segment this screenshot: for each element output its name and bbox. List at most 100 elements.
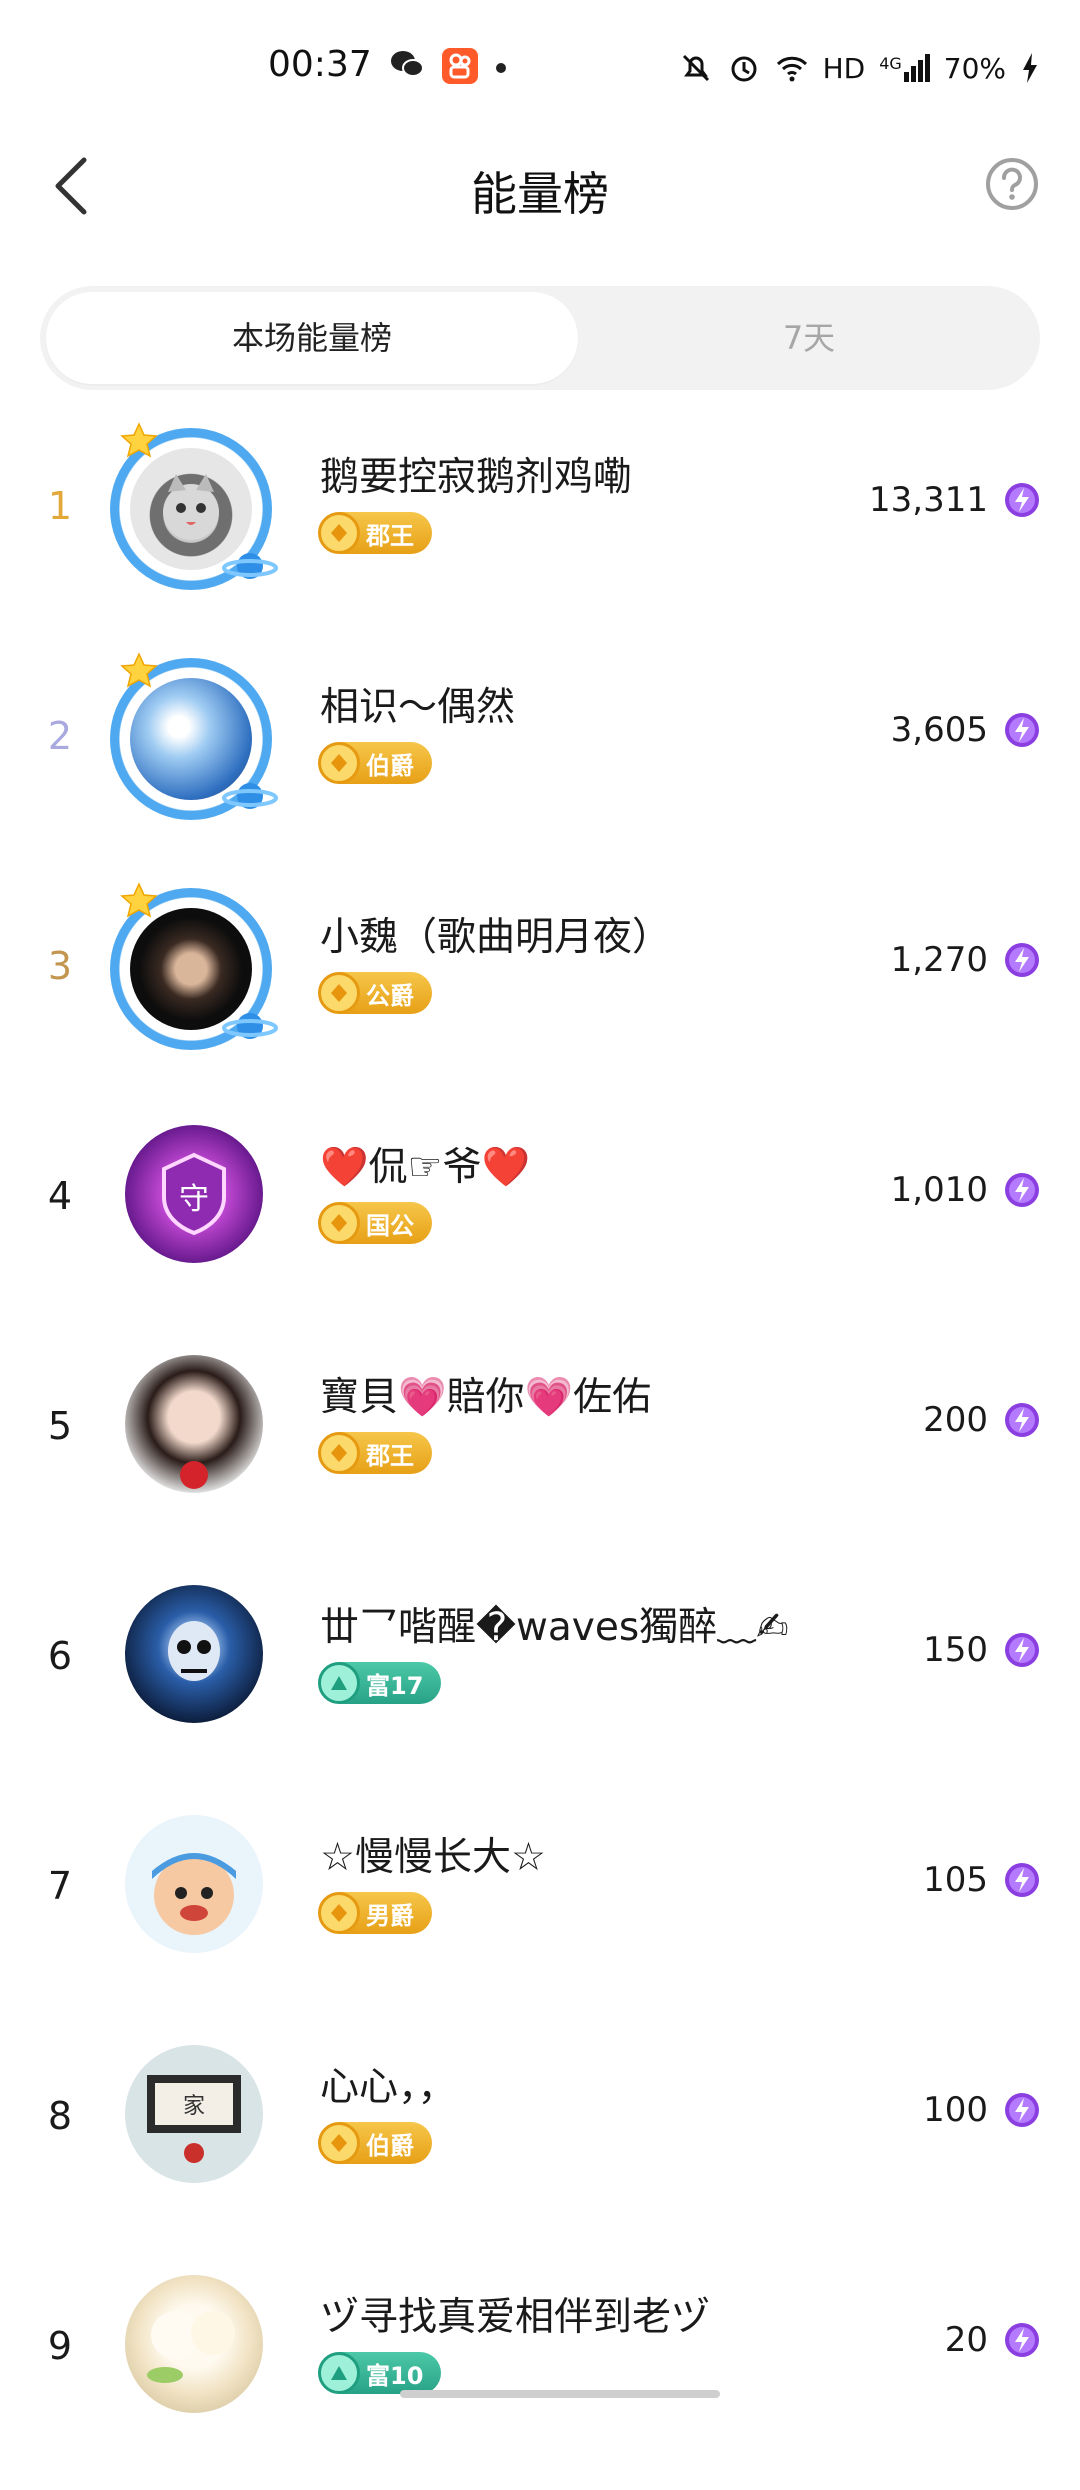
energy-icon [1005, 2323, 1039, 2357]
star-icon [120, 422, 158, 458]
status-time: 00:37 [268, 44, 372, 85]
avatar-frame[interactable]: 家 [108, 2030, 278, 2200]
star-icon [120, 652, 158, 688]
diamond-icon [318, 1202, 360, 1244]
kuaishou-icon [442, 48, 478, 84]
avatar [125, 1355, 263, 1493]
signal-icon: 4G [879, 54, 930, 82]
ranking-row[interactable]: 6 丗乛喈醒�waves獨醉﹏✍ 富17 150 [0, 1570, 1080, 1800]
avatar [125, 1815, 263, 1953]
energy-score: 13,311 [869, 480, 988, 520]
badge-label: 郡王 [366, 1441, 414, 1470]
page-title: 能量榜 [471, 167, 609, 221]
energy-score: 1,270 [890, 940, 988, 980]
avatar [125, 1585, 263, 1723]
energy-score: 200 [923, 1400, 988, 1440]
energy-icon [1005, 1173, 1039, 1207]
avatar: 家 [125, 2045, 263, 2183]
rank-badge: 伯爵 [318, 2122, 432, 2164]
diamond-icon [318, 1892, 360, 1934]
badge-label: 伯爵 [366, 2131, 414, 2160]
rank-number: 8 [47, 2094, 73, 2138]
rank-badge: 富10 [318, 2352, 442, 2394]
energy-icon [1005, 943, 1039, 977]
energy-icon [1005, 1633, 1039, 1667]
energy-score: 150 [923, 1630, 988, 1670]
rank-number: 9 [47, 2324, 73, 2368]
tab-current-session[interactable]: 本场能量榜 [46, 292, 578, 384]
planet-icon [222, 783, 278, 809]
rank-number: 5 [47, 1404, 73, 1448]
avatar: 守 [125, 1125, 263, 1263]
energy-score: 1,010 [890, 1170, 988, 1210]
user-name: 相识～偶然 [320, 685, 516, 730]
wifi-icon [776, 56, 807, 82]
tab-bar: 本场能量榜 7天 [40, 286, 1040, 390]
ranking-row[interactable]: 2 相识～偶然 伯爵 3,605 [0, 650, 1080, 880]
avatar-frame[interactable] [108, 880, 278, 1050]
status-right: HD 4G 70% [679, 48, 1040, 88]
avatar-frame[interactable] [108, 2260, 278, 2430]
user-name: 鹅要控寂鹅剂鸡嘞 [320, 455, 633, 500]
user-name: ❤️侃☞爷❤️ [320, 1145, 531, 1190]
rank-badge: 郡王 [318, 512, 432, 554]
energy-icon [1005, 1863, 1039, 1897]
energy-score: 100 [923, 2090, 988, 2130]
avatar-frame[interactable] [108, 1570, 278, 1740]
ranking-row[interactable]: 5 寶貝💗賠你💗佐佑 郡王 200 [0, 1340, 1080, 1570]
ranking-row[interactable]: 1 鹅要控寂鹅剂鸡嘞 郡王 13,311 [0, 420, 1080, 650]
notification-dot [496, 63, 506, 73]
diamond-icon [318, 972, 360, 1014]
network-type: HD [822, 51, 866, 85]
ranking-row[interactable]: 4 守 ❤️侃☞爷❤️ 国公 1,010 [0, 1110, 1080, 1340]
rank-badge: 富17 [318, 1662, 442, 1704]
avatar-frame[interactable] [108, 1340, 278, 1510]
energy-icon [1005, 2093, 1039, 2127]
status-bar: 00:37 HD 4G 70% [0, 0, 1080, 120]
energy-score: 20 [944, 2320, 988, 2360]
energy-score: 105 [923, 1860, 988, 1900]
svg-text:守: 守 [179, 1182, 209, 1217]
badge-label: 郡王 [366, 521, 414, 550]
ranking-row[interactable]: 3 小魏（歌曲明月夜） 公爵 1,270 [0, 880, 1080, 1110]
badge-label: 富17 [366, 1671, 424, 1700]
avatar-frame[interactable] [108, 1800, 278, 1970]
rank-number: 1 [47, 484, 73, 528]
diamond-icon [318, 2122, 360, 2164]
avatar-frame[interactable] [108, 420, 278, 590]
energy-icon [1005, 713, 1039, 747]
avatar-frame[interactable] [108, 650, 278, 820]
rank-number: 6 [47, 1634, 73, 1678]
diamond-icon [318, 512, 360, 554]
ranking-row[interactable]: 7 ☆慢慢长大☆ 男爵 105 [0, 1800, 1080, 2030]
ranking-row[interactable]: 9 ヅ寻找真爱相伴到老ヅ 富10 20 [0, 2260, 1080, 2490]
star-icon [120, 882, 158, 918]
badge-label: 伯爵 [366, 751, 414, 780]
badge-label: 富10 [366, 2361, 424, 2390]
mute-icon [682, 54, 709, 82]
diamond-icon [318, 1432, 360, 1474]
rank-badge: 公爵 [318, 972, 432, 1014]
avatar-frame[interactable]: 守 [108, 1110, 278, 1280]
help-button[interactable] [984, 156, 1040, 212]
user-name: 心心，， [320, 2065, 457, 2110]
triangle-icon [318, 1662, 360, 1704]
signal-label: 4G [879, 54, 902, 73]
home-indicator[interactable] [400, 2390, 720, 2398]
user-name: ☆慢慢长大☆ [320, 1835, 546, 1880]
user-name: ヅ寻找真爱相伴到老ヅ [320, 2295, 711, 2340]
triangle-icon [318, 2352, 360, 2394]
badge-label: 国公 [366, 1211, 414, 1240]
rank-badge: 男爵 [318, 1892, 432, 1934]
rank-number: 2 [47, 714, 73, 758]
diamond-icon [318, 742, 360, 784]
planet-icon [222, 1013, 278, 1039]
energy-icon [1005, 1403, 1039, 1437]
rank-number: 3 [47, 944, 73, 988]
badge-label: 公爵 [366, 981, 414, 1010]
rank-number: 4 [47, 1174, 73, 1218]
header: 能量榜 [0, 130, 1080, 240]
ranking-row[interactable]: 8 家 心心，， 伯爵 100 [0, 2030, 1080, 2260]
energy-icon [1005, 483, 1039, 517]
tab-seven-days[interactable]: 7天 [578, 286, 1040, 390]
